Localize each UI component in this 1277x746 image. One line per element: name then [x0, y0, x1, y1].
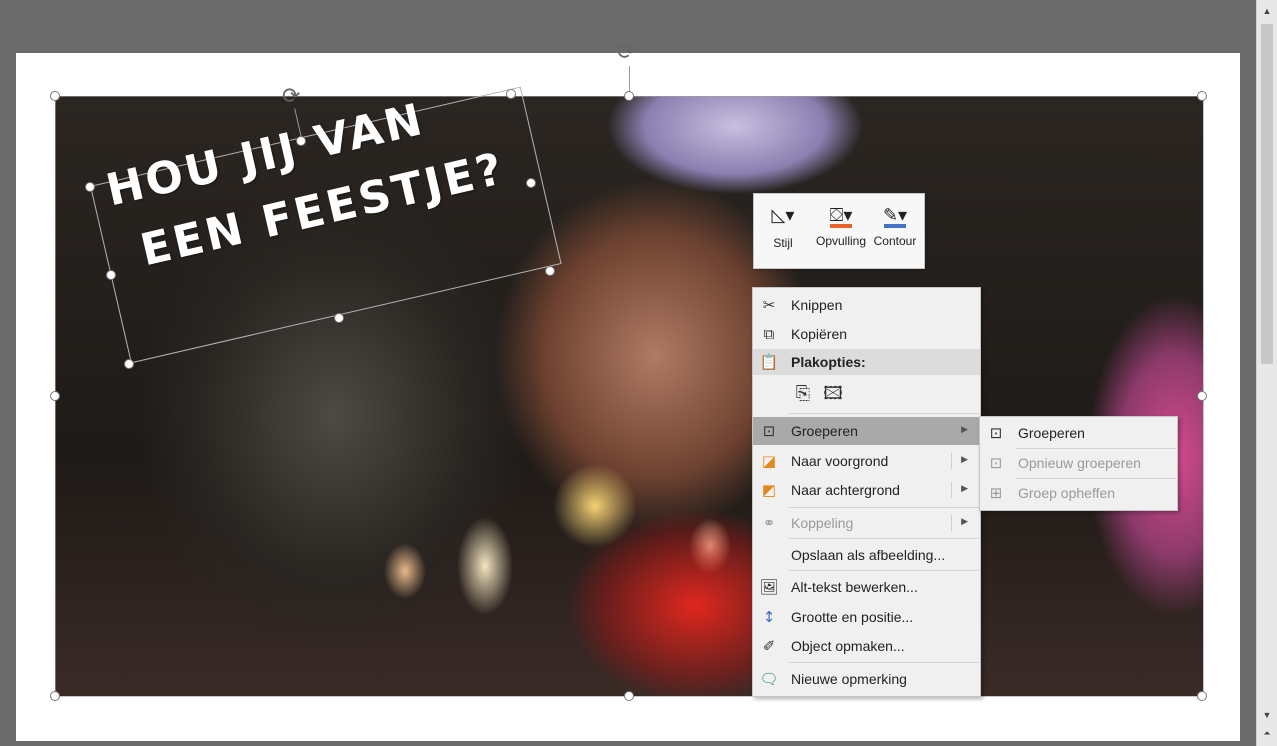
link-icon: ⚭	[762, 514, 776, 532]
submenu-arrow-icon[interactable]: ▶	[961, 454, 968, 465]
resize-handle-bottom-left[interactable]	[50, 691, 60, 701]
vertical-scrollbar[interactable]: ▲ ▼ ⏶	[1256, 0, 1277, 746]
textbox-handle-bottom-left[interactable]	[124, 359, 134, 369]
group-icon: ⊡	[762, 422, 776, 440]
clipboard-icon: 📋	[759, 353, 779, 371]
rotate-handle-icon[interactable]: ⟳	[617, 42, 635, 64]
group-icon: ⊡	[989, 424, 1003, 442]
fill-bucket-icon: ⛋▾	[829, 205, 853, 226]
size-position-icon: ↕	[762, 608, 776, 626]
style-button[interactable]: ◺▾ Stijl	[758, 202, 808, 262]
new-comment-icon: 🗨	[759, 670, 779, 688]
submenu-arrow-icon[interactable]: ▶	[961, 483, 968, 494]
resize-handle-top-left[interactable]	[50, 91, 60, 101]
textbox-handle-top-left[interactable]	[85, 182, 95, 192]
resize-handle-bottom[interactable]	[624, 691, 634, 701]
resize-handle-bottom-right[interactable]	[1197, 691, 1207, 701]
menu-item-save-as-picture[interactable]: Opslaan als afbeelding...	[753, 541, 980, 569]
paste-keep-source-icon[interactable]: ⎘	[791, 382, 815, 406]
bring-forward-icon: ◪	[761, 452, 777, 470]
submenu-item-group[interactable]: ⊡ Groeperen	[980, 419, 1177, 449]
menu-item-group[interactable]: ⊡ Groeperen ▶	[753, 417, 980, 445]
menu-item-copy[interactable]: ⧉ Kopiëren	[753, 320, 980, 348]
textbox-handle-top[interactable]	[296, 136, 306, 146]
menu-item-bring-forward[interactable]: ◪ Naar voorgrond ▶	[753, 447, 980, 475]
scroll-down-icon[interactable]: ▼	[1259, 708, 1275, 722]
submenu-arrow-icon: ▶	[961, 516, 968, 526]
format-object-icon: ✐	[762, 637, 776, 655]
context-menu: ✂ Knippen ⧉ Kopiëren 📋 Plakopties: ⎘ 🖾 ⊡ …	[752, 287, 981, 697]
send-backward-icon: ◩	[761, 481, 777, 499]
group-submenu: ⊡ Groeperen ⊡ Opnieuw groeperen ⊞ Groep …	[979, 416, 1178, 511]
paste-as-picture-icon[interactable]: 🖾	[821, 382, 845, 406]
textbox-rotate-handle-icon[interactable]: ⟳	[282, 86, 300, 108]
menu-item-new-comment[interactable]: 🗨 Nieuwe opmerking	[753, 665, 980, 693]
paste-options-header: 📋 Plakopties:	[753, 349, 980, 375]
mini-toolbar: ◺▾ Stijl ⛋▾ Opvulling ✎▾ Contour	[753, 193, 925, 269]
outline-button[interactable]: ✎▾ Contour	[870, 202, 920, 262]
scrollbar-thumb[interactable]	[1261, 24, 1273, 364]
textbox-handle-bottom-right[interactable]	[545, 266, 555, 276]
resize-handle-left[interactable]	[50, 391, 60, 401]
menu-item-send-backward[interactable]: ◩ Naar achtergrond ▶	[753, 476, 980, 504]
menu-item-format-object[interactable]: ✐ Object opmaken...	[753, 632, 980, 660]
textbox-handle-bottom[interactable]	[334, 313, 344, 323]
submenu-arrow-icon: ▶	[961, 424, 968, 434]
menu-item-link: ⚭ Koppeling ▶	[753, 509, 980, 537]
previous-slide-icon[interactable]: ⏶	[1259, 726, 1275, 740]
resize-handle-top-right[interactable]	[1197, 91, 1207, 101]
alt-text-icon: 🖼	[759, 578, 779, 596]
submenu-item-ungroup: ⊞ Groep opheffen	[980, 479, 1177, 509]
ungroup-icon: ⊞	[989, 484, 1003, 502]
paste-options-row: ⎘ 🖾	[791, 382, 851, 406]
resize-handle-top[interactable]	[624, 91, 634, 101]
style-icon: ◺▾	[771, 205, 795, 226]
regroup-icon: ⊡	[989, 454, 1003, 472]
textbox-handle-right[interactable]	[526, 178, 536, 188]
submenu-item-regroup: ⊡ Opnieuw groeperen	[980, 449, 1177, 479]
textbox-handle-top-right[interactable]	[506, 89, 516, 99]
textbox-handle-left[interactable]	[106, 270, 116, 280]
scissors-icon: ✂	[762, 296, 776, 314]
menu-item-edit-alt-text[interactable]: 🖼 Alt-tekst bewerken...	[753, 573, 980, 601]
menu-item-size-position[interactable]: ↕ Grootte en positie...	[753, 603, 980, 631]
resize-handle-right[interactable]	[1197, 391, 1207, 401]
outline-pen-icon: ✎▾	[882, 205, 908, 226]
fill-button[interactable]: ⛋▾ Opvulling	[812, 202, 870, 262]
copy-icon: ⧉	[763, 325, 775, 343]
scroll-up-icon[interactable]: ▲	[1259, 4, 1275, 18]
menu-item-cut[interactable]: ✂ Knippen	[753, 291, 980, 319]
